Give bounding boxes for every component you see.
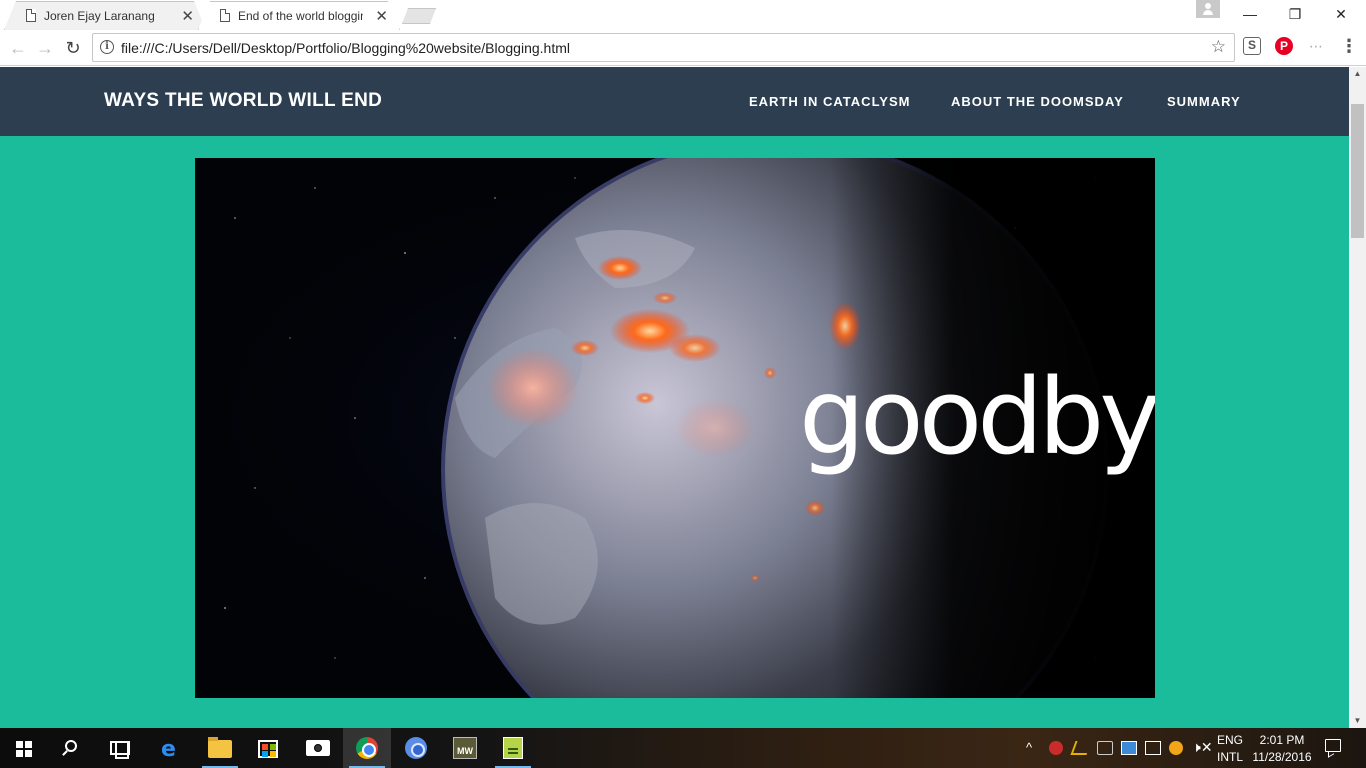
taskbar-store[interactable] — [244, 728, 292, 768]
tab-close-icon[interactable]: ✕ — [181, 7, 194, 25]
tab-title: End of the world bloggin — [238, 9, 363, 23]
nav-link-about-the-doomsday[interactable]: ABOUT THE DOOMSDAY — [951, 94, 1124, 109]
task-view-icon — [110, 741, 130, 759]
camera-icon — [306, 740, 330, 756]
tray-device-icon[interactable] — [1097, 741, 1113, 755]
taskbar-chrome[interactable] — [343, 728, 391, 768]
back-button[interactable]: ← — [7, 37, 29, 59]
page-viewport: WAYS THE WORLD WILL END EARTH IN CATACLY… — [0, 67, 1349, 728]
tab-end-of-world[interactable]: End of the world bloggin ✕ — [198, 1, 400, 30]
tray-language-top[interactable]: ENG — [1214, 733, 1246, 747]
restore-button[interactable]: ❐ — [1272, 0, 1318, 28]
nav-link-summary[interactable]: SUMMARY — [1167, 94, 1241, 109]
notepad-icon — [503, 737, 523, 759]
store-icon — [258, 740, 278, 758]
document-icon — [26, 9, 36, 22]
pinterest-icon[interactable]: P — [1275, 37, 1293, 55]
extension-s-icon[interactable]: S — [1243, 37, 1261, 55]
document-icon — [220, 9, 230, 22]
page-scrollbar[interactable]: ▲ ▼ — [1349, 67, 1366, 728]
taskbar-camera[interactable] — [294, 728, 342, 768]
site-navbar: WAYS THE WORLD WILL END EARTH IN CATACLY… — [0, 67, 1349, 136]
forward-button[interactable]: → — [34, 37, 56, 59]
profile-icon[interactable] — [1196, 0, 1220, 18]
tray-volume-muted-icon[interactable]: 🕨✕ — [1192, 739, 1213, 756]
taskbar-chrome-app[interactable] — [392, 728, 440, 768]
mw-game-icon: MW — [453, 737, 477, 759]
minimize-button[interactable]: — — [1227, 0, 1273, 28]
nav-link-earth-in-cataclysm[interactable]: EARTH IN CATACLYSM — [749, 94, 910, 109]
tab-close-icon[interactable]: ✕ — [375, 7, 388, 25]
close-window-button[interactable]: ✕ — [1318, 0, 1364, 28]
new-tab-button[interactable] — [402, 8, 436, 24]
tray-clock-time[interactable]: 2:01 PM — [1250, 733, 1314, 747]
info-icon[interactable]: i — [100, 40, 114, 54]
hero-image: goodbye — [195, 158, 1155, 698]
tray-antivirus-icon[interactable] — [1049, 741, 1063, 755]
site-brand[interactable]: WAYS THE WORLD WILL END — [104, 90, 382, 112]
tray-network-icon[interactable] — [1121, 741, 1137, 755]
browser-toolbar: ← → ↻ i file:///C:/Users/Dell/Desktop/Po… — [0, 30, 1366, 66]
taskbar-mw-app[interactable]: MW — [441, 728, 489, 768]
tray-battery-icon[interactable] — [1145, 741, 1161, 755]
taskbar-search-button[interactable] — [48, 728, 96, 768]
tray-app-icon[interactable] — [1169, 741, 1183, 755]
edge-icon: e — [161, 737, 176, 762]
task-view-button[interactable] — [96, 728, 144, 768]
reload-button[interactable]: ↻ — [62, 37, 84, 59]
tray-language-bottom[interactable]: INTL — [1214, 750, 1246, 764]
tray-chevron-icon[interactable]: ^ — [1026, 740, 1032, 755]
action-center-icon[interactable] — [1325, 739, 1341, 752]
taskbar-file-explorer[interactable] — [196, 728, 244, 768]
url-text[interactable]: file:///C:/Users/Dell/Desktop/Portfolio/… — [121, 40, 570, 56]
taskbar-edge[interactable]: e — [148, 728, 196, 768]
windows-taskbar: e MW — [0, 728, 1366, 768]
start-button[interactable] — [0, 728, 48, 768]
scroll-up-icon[interactable]: ▲ — [1349, 67, 1366, 81]
address-bar[interactable]: i file:///C:/Users/Dell/Desktop/Portfoli… — [92, 33, 1235, 62]
hero-goodbye-text: goodbye — [799, 356, 1155, 478]
tab-joren[interactable]: Joren Ejay Laranang ✕ — [4, 1, 206, 30]
chrome-app-icon — [405, 737, 427, 759]
chrome-icon — [356, 737, 378, 759]
browser-menu-icon[interactable]: ⋮ — [1340, 37, 1358, 55]
windows-logo-icon — [16, 741, 32, 757]
scroll-thumb[interactable] — [1351, 104, 1364, 238]
extension-overflow-icon[interactable]: ⋯ — [1307, 37, 1325, 55]
taskbar-notepad-plus[interactable] — [489, 728, 537, 768]
tab-title: Joren Ejay Laranang — [44, 9, 155, 23]
bookmark-star-icon[interactable]: ☆ — [1211, 37, 1226, 57]
tray-clock-date[interactable]: 11/28/2016 — [1248, 750, 1316, 764]
browser-tab-strip: Joren Ejay Laranang ✕ End of the world b… — [0, 0, 1366, 30]
search-icon — [65, 740, 77, 752]
folder-icon — [208, 737, 232, 758]
scroll-down-icon[interactable]: ▼ — [1349, 714, 1366, 728]
